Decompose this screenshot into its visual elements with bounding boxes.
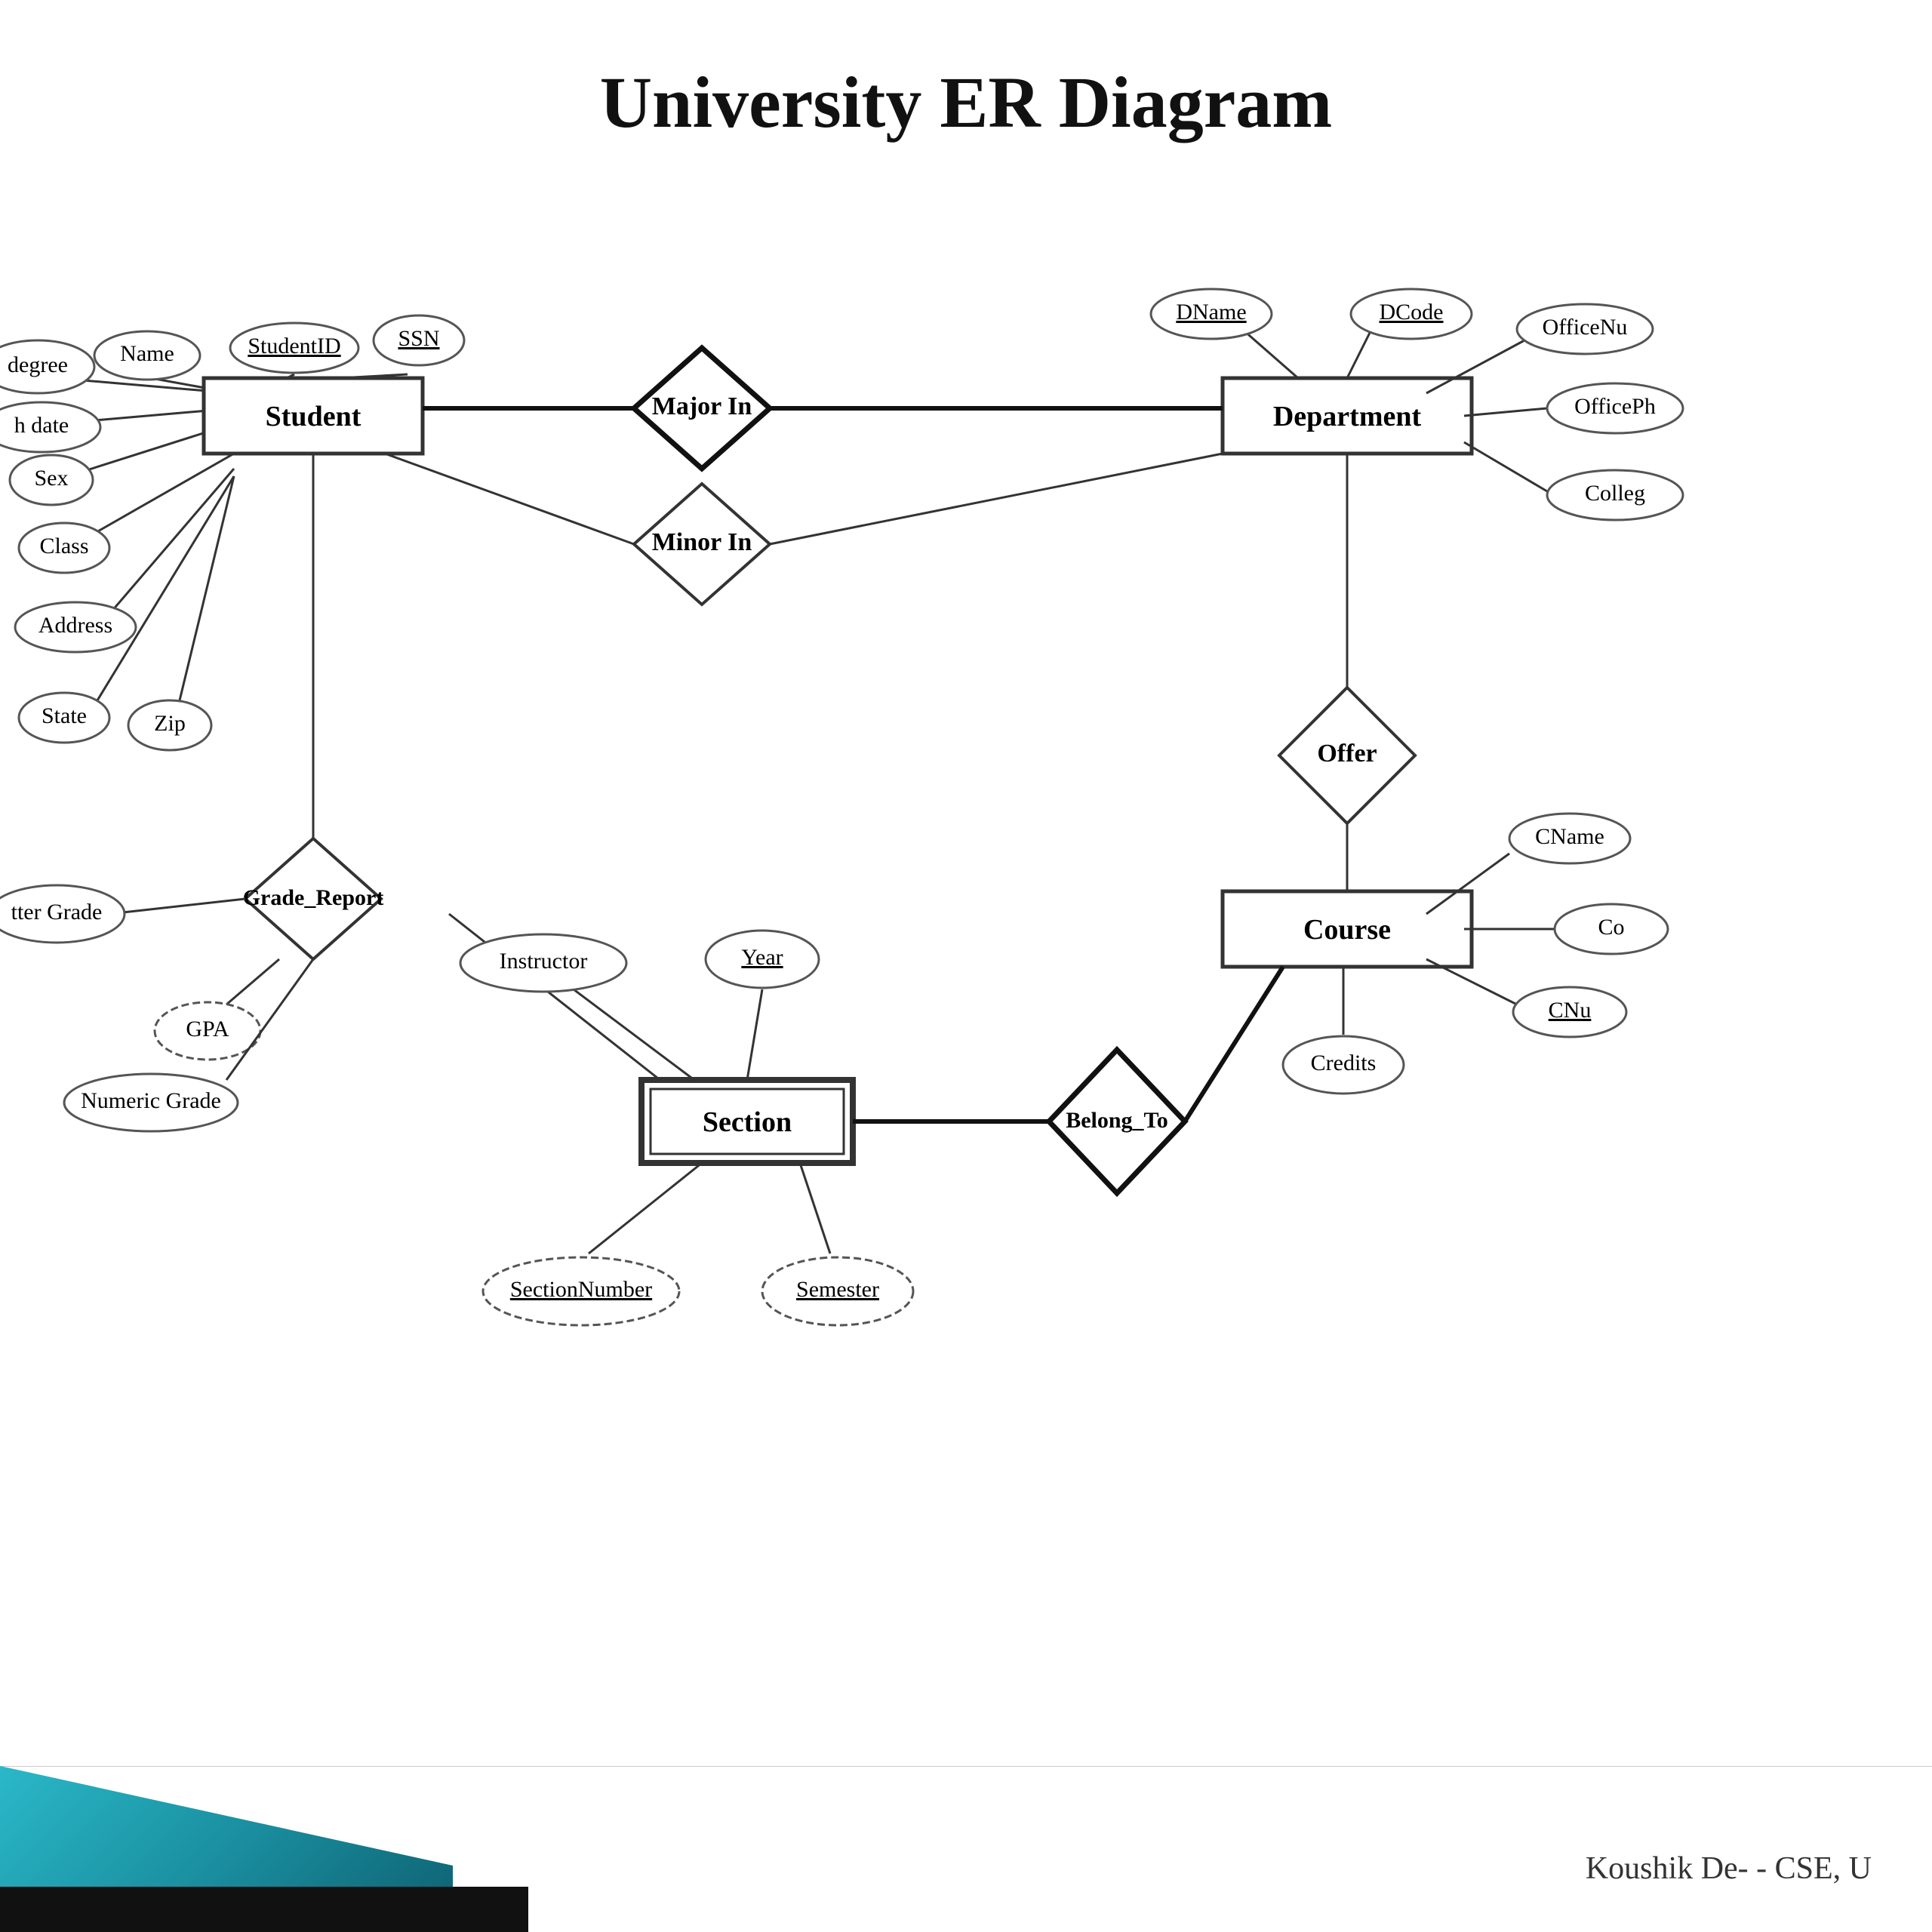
svg-text:Class: Class [39,534,88,558]
svg-text:OfficePh: OfficePh [1574,394,1656,419]
svg-text:Major In: Major In [652,392,752,420]
svg-text:StudentID: StudentID [248,334,340,358]
footer-credit: Koushik De- - CSE, U [1586,1850,1872,1887]
svg-text:tter Grade: tter Grade [11,900,103,924]
svg-text:Section: Section [703,1106,792,1138]
footer-black [0,1887,528,1932]
svg-text:SectionNumber: SectionNumber [510,1277,652,1302]
svg-text:Colleg: Colleg [1585,481,1645,506]
footer: Koushik De- - CSE, U [0,1766,1932,1932]
svg-text:CNu: CNu [1549,998,1592,1023]
svg-text:Belong_To: Belong_To [1066,1108,1168,1133]
page-title: University ER Diagram [0,0,1932,174]
svg-text:SSN: SSN [398,326,439,351]
svg-text:GPA: GPA [186,1017,229,1041]
svg-text:Grade_Report: Grade_Report [243,885,384,910]
svg-text:Semester: Semester [796,1277,879,1302]
svg-text:Year: Year [741,945,783,970]
svg-text:Offer: Offer [1317,740,1377,768]
svg-text:Sex: Sex [35,466,69,491]
svg-text:Course: Course [1303,914,1391,946]
svg-text:DName: DName [1176,300,1246,325]
svg-text:Student: Student [266,401,361,432]
diagram-container: .entity-rect { fill: white; stroke: #333… [0,174,1932,1608]
svg-text:Minor In: Minor In [652,528,752,556]
svg-text:degree: degree [8,352,68,377]
svg-text:OfficeNu: OfficeNu [1543,315,1628,340]
svg-text:State: State [42,703,87,728]
svg-text:h date: h date [14,413,69,438]
svg-text:Credits: Credits [1311,1051,1377,1075]
svg-text:Co: Co [1598,915,1624,940]
svg-text:Address: Address [38,613,112,638]
svg-text:Name: Name [120,341,174,366]
svg-text:Department: Department [1273,401,1422,432]
svg-text:Numeric Grade: Numeric Grade [81,1088,221,1113]
svg-text:CName: CName [1535,824,1604,849]
svg-text:Zip: Zip [154,711,186,736]
svg-text:Instructor: Instructor [500,949,588,974]
svg-text:DCode: DCode [1380,300,1444,325]
